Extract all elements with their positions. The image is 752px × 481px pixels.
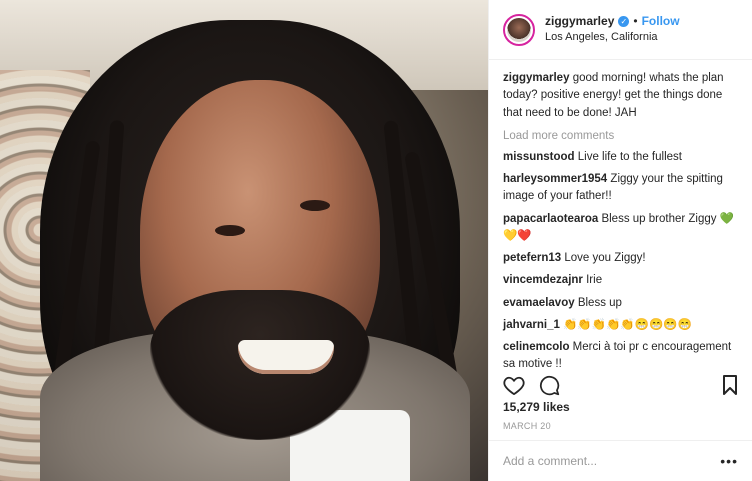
separator-dot: •	[633, 14, 638, 29]
comment-username[interactable]: missunstood	[503, 151, 575, 163]
comment-item: harleysommer1954 Ziggy your the spitting…	[503, 171, 738, 206]
comment-item: papacarlaotearoa Bless up brother Ziggy …	[503, 211, 738, 246]
comment-item: jahvarni_1 👏👏👏👏👏😁😁😁😁	[503, 317, 738, 334]
comment-container: missunstood Live life to the fullest harl…	[503, 149, 738, 370]
header-text: ziggymarley ✓ • Follow Los Angeles, Cali…	[545, 13, 680, 45]
heart-icon[interactable]	[503, 375, 525, 395]
comment-username[interactable]: jahvarni_1	[503, 319, 560, 331]
photo-smile	[238, 340, 334, 374]
comment-username[interactable]: vincemdezajnr	[503, 274, 583, 286]
username-link[interactable]: ziggymarley	[545, 13, 614, 30]
comment-item: evamaelavoy Bless up	[503, 295, 738, 312]
load-more-comments-button[interactable]: Load more comments	[503, 130, 738, 142]
comment-text: Love you Ziggy!	[564, 252, 646, 264]
more-options-button[interactable]: •••	[720, 453, 738, 469]
caption: ziggymarley good morning! whats the plan…	[503, 70, 738, 122]
comment-text: Live life to the fullest	[577, 150, 682, 163]
comment-item: celinemcolo Merci à toi pr c encourageme…	[503, 339, 738, 370]
add-comment-bar: •••	[489, 440, 752, 481]
comment-username[interactable]: petefern13	[503, 252, 561, 264]
comment-text: Bless up	[577, 296, 622, 309]
photo-eye	[215, 225, 245, 236]
follow-button[interactable]: Follow	[642, 13, 680, 30]
photo-eye	[300, 200, 330, 211]
post-photo[interactable]	[0, 0, 488, 481]
comment-text: Irie	[586, 274, 603, 287]
comment-username[interactable]: papacarlaotearoa	[503, 213, 598, 225]
comment-username[interactable]: evamaelavoy	[503, 297, 575, 309]
post-date[interactable]: MARCH 20	[503, 421, 551, 431]
comment-text: 👏👏👏👏👏😁😁😁😁	[563, 318, 692, 331]
comment-item: petefern13 Love you Ziggy!	[503, 250, 738, 267]
caption-username[interactable]: ziggymarley	[503, 72, 569, 84]
post-side-panel: ziggymarley ✓ • Follow Los Angeles, Cali…	[488, 0, 752, 481]
comment-item: missunstood Live life to the fullest	[503, 149, 738, 166]
bookmark-icon[interactable]	[722, 375, 738, 395]
comment-username[interactable]: harleysommer1954	[503, 173, 607, 185]
comments-list[interactable]: ziggymarley good morning! whats the plan…	[489, 60, 752, 370]
avatar[interactable]	[503, 13, 535, 46]
header-user-row: ziggymarley ✓ • Follow	[545, 13, 680, 30]
post-header: ziggymarley ✓ • Follow Los Angeles, Cali…	[489, 0, 752, 60]
avatar-image	[507, 17, 531, 42]
comment-icon[interactable]	[539, 375, 560, 396]
action-bar	[503, 372, 738, 398]
likes-count[interactable]: 15,279 likes	[503, 400, 570, 414]
comment-input[interactable]	[503, 454, 721, 468]
verified-badge-icon: ✓	[618, 16, 630, 28]
comment-username[interactable]: celinemcolo	[503, 341, 569, 353]
location-link[interactable]: Los Angeles, California	[545, 30, 680, 45]
comment-item: vincemdezajnr Irie	[503, 272, 738, 289]
